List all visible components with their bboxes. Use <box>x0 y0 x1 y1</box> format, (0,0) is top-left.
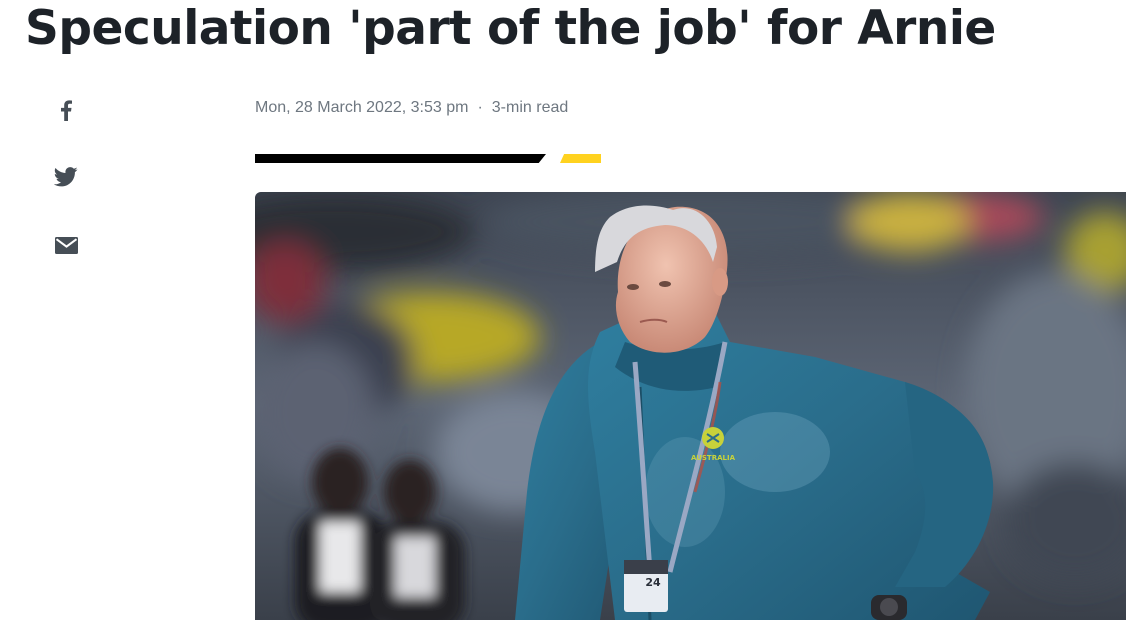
jacket-logo-text: AUSTRALIA <box>691 454 736 462</box>
twitter-icon <box>54 167 78 187</box>
email-share-button[interactable] <box>54 233 78 257</box>
hero-photo: 24 AUSTRALIA <box>255 192 1126 620</box>
facebook-icon <box>61 100 72 121</box>
divider-yellow <box>560 154 601 163</box>
email-icon <box>54 236 78 254</box>
hero-image: 24 AUSTRALIA <box>255 192 1126 620</box>
divider-black <box>255 154 546 163</box>
publish-date: Mon, 28 March 2022, 3:53 pm <box>255 99 469 116</box>
twitter-share-button[interactable] <box>54 165 78 189</box>
facebook-share-button[interactable] <box>54 98 78 122</box>
read-time: 3-min read <box>491 99 569 116</box>
meta-separator: · <box>477 99 483 116</box>
lanyard-badge-text: 24 <box>645 576 661 589</box>
article-meta: Mon, 28 March 2022, 3:53 pm · 3-min read <box>255 99 568 117</box>
article-headline: Speculation 'part of the job' for Arnie <box>25 1 996 56</box>
